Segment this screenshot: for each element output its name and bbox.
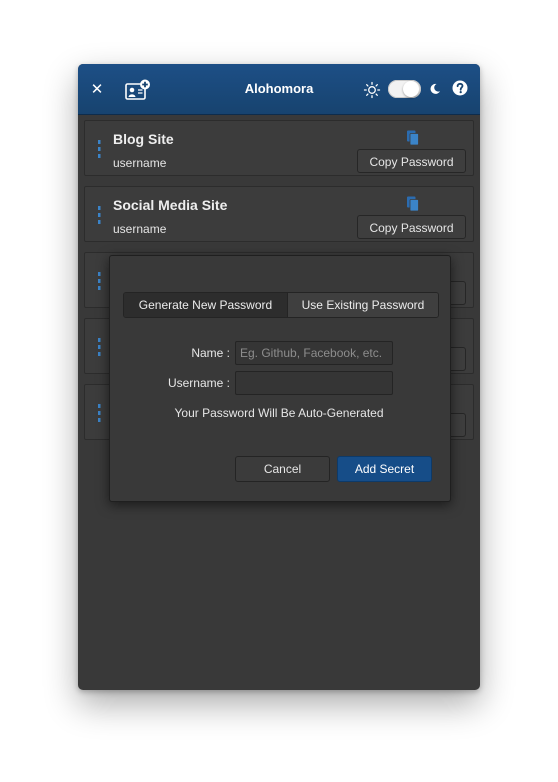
sun-icon	[363, 81, 381, 99]
password-mode-tabs: Generate New Password Use Existing Passw…	[123, 292, 439, 318]
username-input[interactable]	[235, 371, 393, 395]
drag-handle-icon[interactable]	[96, 140, 102, 158]
copy-password-button[interactable]: Copy Password	[357, 215, 466, 239]
name-label: Name :	[191, 346, 230, 360]
secret-username: username	[113, 222, 167, 236]
drag-handle-icon[interactable]	[96, 338, 102, 356]
username-label: Username :	[167, 376, 230, 390]
copy-icon	[407, 130, 419, 146]
tab-use-existing-password[interactable]: Use Existing Password	[288, 293, 438, 317]
window-title: Alohomora	[244, 81, 314, 96]
add-secret-icon[interactable]	[125, 79, 151, 101]
cancel-button[interactable]: Cancel	[235, 456, 330, 482]
add-secret-button[interactable]: Add Secret	[337, 456, 432, 482]
secret-row: Social Media Site username Copy Password	[84, 186, 474, 242]
drag-handle-icon[interactable]	[96, 272, 102, 290]
close-icon[interactable]: ✕	[90, 79, 104, 99]
dark-mode-toggle[interactable]	[388, 80, 421, 98]
tab-generate-new-password[interactable]: Generate New Password	[124, 293, 288, 317]
drag-handle-icon[interactable]	[96, 206, 102, 224]
add-secret-dialog: Generate New Password Use Existing Passw…	[109, 255, 451, 502]
drag-handle-icon[interactable]	[96, 404, 102, 422]
copy-password-button[interactable]: Copy Password	[357, 149, 466, 173]
secret-name: Social Media Site	[113, 197, 228, 213]
secret-row: Blog Site username Copy Password	[84, 120, 474, 176]
secret-name: Blog Site	[113, 131, 174, 147]
name-input[interactable]	[235, 341, 393, 365]
copy-icon	[407, 196, 419, 212]
help-icon[interactable]	[452, 80, 468, 96]
toggle-knob	[403, 81, 419, 97]
header-bar: ✕ Alohomora	[78, 64, 480, 115]
secret-username: username	[113, 156, 167, 170]
auto-generate-info: Your Password Will Be Auto-Generated	[174, 406, 384, 420]
moon-icon	[430, 83, 440, 94]
